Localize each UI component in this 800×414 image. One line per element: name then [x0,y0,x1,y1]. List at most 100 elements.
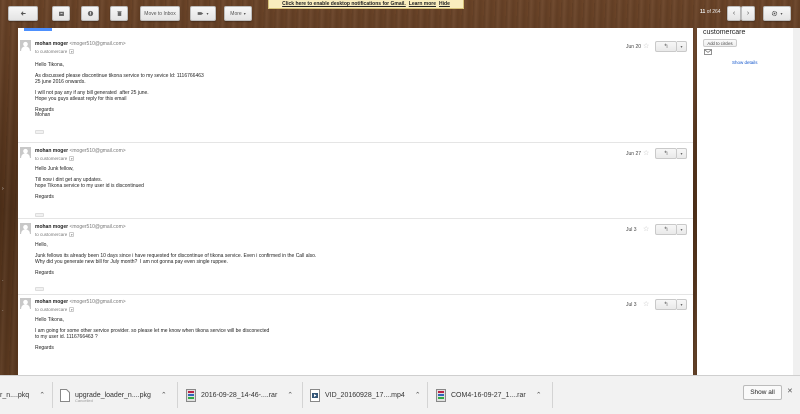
recipient[interactable]: to customercare ▾ [35,307,75,312]
person-icon [21,224,30,234]
show-trimmed-content-button[interactable] [35,130,44,134]
chevron-up-icon[interactable]: ⌃ [536,391,542,399]
star-icon[interactable]: ☆ [643,225,649,233]
download-item[interactable]: r_n....pkq ⌃ [0,384,45,406]
star-icon[interactable]: ☆ [643,42,649,50]
download-item[interactable]: VID_20160928_17....mp4 ⌃ [310,384,421,406]
email-icon[interactable] [704,49,712,55]
learn-more-link[interactable]: Learn more [409,1,436,7]
chevron-down-icon[interactable]: ▾ [69,156,75,161]
divider [302,382,303,408]
avatar[interactable] [20,298,31,309]
recipient[interactable]: to customercare ▾ [35,156,75,161]
video-file-icon [310,388,320,402]
archive-file-icon [186,388,196,402]
message-body: Hello Junk fellow, Till now i dint get a… [35,166,144,200]
chevron-down-icon: ▾ [243,11,246,16]
spam-icon [87,10,93,17]
download-item[interactable]: COM4-16-09-27_1....rar ⌃ [436,384,542,406]
message-date: Jun 20 [626,44,642,50]
chevron-down-icon[interactable]: ▾ [69,232,75,237]
chevron-down-icon[interactable]: ▾ [69,307,75,312]
report-spam-button[interactable] [81,6,99,21]
download-item[interactable]: 2016-09-28_14-46-....rar ⌃ [186,384,293,406]
reply-button[interactable]: ↰ [655,299,677,310]
avatar[interactable] [20,40,31,51]
back-button[interactable] [8,6,38,21]
left-nav-edge: › · · [0,28,18,375]
divider [427,382,428,408]
message-more-button[interactable]: ▾ [677,148,687,159]
show-details-link[interactable]: Show details [732,60,758,65]
divider [18,218,693,219]
sender-name: mohan moger [35,41,69,47]
download-bar: r_n....pkq ⌃ upgrade_loader_n....pkg Can… [0,375,800,414]
notification-banner: Click here to enable desktop notificatio… [268,0,464,9]
chevron-right-icon: › [746,10,750,17]
contact-name: customercare [703,29,746,36]
sender: mohan moger <moger510@gmail.com> [35,41,126,47]
avatar[interactable] [20,147,31,158]
sender-email: <moger510@gmail.com> [69,148,126,154]
avatar[interactable] [20,223,31,234]
show-all-label: Show all [750,389,775,396]
pager-count: 11 of 264 [700,9,721,15]
scrollbar[interactable] [793,28,800,375]
chevron-left-icon: ‹ [732,10,736,17]
chevron-down-icon: ▾ [680,151,683,156]
message[interactable]: mohan moger <moger510@gmail.com> to cust… [18,147,693,221]
more-button[interactable]: More ▾ [224,6,252,21]
sender-email: <moger510@gmail.com> [69,224,126,230]
recipient-label: to customercare [35,232,68,237]
reply-icon: ↰ [663,151,669,157]
label-tag-icon [198,12,204,15]
toolbar: Move to Inbox ▾ More ▾ Click here to ena… [0,0,800,28]
settings-button[interactable]: ▾ [763,6,791,21]
delete-button[interactable] [110,6,128,21]
recipient[interactable]: to customercare ▾ [35,49,75,54]
chevron-up-icon[interactable]: ⌃ [287,391,293,399]
download-name: r_n....pkq [0,391,30,399]
chevron-up-icon[interactable]: ⌃ [39,391,45,399]
message-date: Jul 3 [626,302,637,308]
reply-button[interactable]: ↰ [655,148,677,159]
move-to-inbox-button[interactable]: Move to Inbox [140,6,180,21]
add-to-circles-button[interactable]: Add to circles [703,39,737,47]
message-date: Jun 27 [626,151,642,157]
message-more-button[interactable]: ▾ [677,224,687,235]
reply-button[interactable]: ↰ [655,224,677,235]
enable-notifications-link[interactable]: Click here to enable desktop notificatio… [282,1,406,7]
more-label: More [230,10,242,17]
message-more-button[interactable]: ▾ [677,41,687,52]
chevron-down-icon[interactable]: ▾ [69,49,75,54]
person-icon [21,41,30,51]
reply-button[interactable]: ↰ [655,41,677,52]
older-button[interactable]: › [741,6,755,21]
message[interactable]: mohan moger <moger510@gmail.com> to cust… [18,298,693,375]
download-item[interactable]: upgrade_loader_n....pkg Cancelled ⌃ [60,384,167,406]
close-icon[interactable]: ✕ [787,387,793,395]
newer-button[interactable]: ‹ [727,6,741,21]
message[interactable]: mohan moger <moger510@gmail.com> to cust… [18,223,693,297]
show-all-downloads-button[interactable]: Show all [743,385,782,400]
sender-email: <moger510@gmail.com> [69,41,126,47]
download-name: VID_20160928_17....mp4 [325,391,405,399]
recipient[interactable]: to customercare ▾ [35,232,75,237]
archive-icon [58,11,64,16]
chevron-down-icon: ▾ [680,302,683,307]
chevron-up-icon[interactable]: ⌃ [161,391,167,399]
show-trimmed-content-button[interactable] [35,213,44,217]
show-trimmed-content-button[interactable] [35,287,44,291]
star-icon[interactable]: ☆ [643,300,649,308]
message[interactable]: mohan moger <moger510@gmail.com> to cust… [18,40,693,138]
message-more-button[interactable]: ▾ [677,299,687,310]
conversation-pane: mohan moger <moger510@gmail.com> to cust… [18,28,693,375]
hide-link[interactable]: Hide [439,1,450,7]
download-name: 2016-09-28_14-46-....rar [201,391,278,399]
pager-total: 264 [712,9,721,15]
star-icon[interactable]: ☆ [643,149,649,157]
archive-button[interactable] [52,6,70,21]
labels-button[interactable]: ▾ [190,6,216,21]
contact-panel: customercare Add to circles Show details [697,28,800,375]
chevron-up-icon[interactable]: ⌃ [415,391,421,399]
